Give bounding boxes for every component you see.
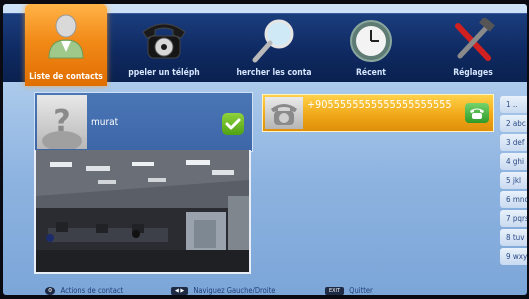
- quit-hint: EXIT Quitter: [325, 286, 373, 295]
- menu-search-tab[interactable]: hercher les conta: [231, 14, 317, 82]
- contact-actions-label: Actions de contact: [60, 286, 124, 295]
- navigate-hint: ◀ ▶ Naviguez Gauche/Droite: [171, 286, 275, 295]
- key-9[interactable]: 9 wxyz: [500, 248, 527, 265]
- key-2[interactable]: 2 abc: [500, 115, 527, 132]
- tv-screen: Liste de contacts ppeler un téléph herch…: [3, 4, 527, 295]
- key-5[interactable]: 5 jkl: [500, 172, 527, 189]
- contact-person-icon: [48, 14, 84, 59]
- key-8[interactable]: 8 tuv: [500, 229, 527, 246]
- phone-number: +9055555555555555555555: [307, 99, 452, 111]
- options-button-icon: ⚙: [45, 287, 56, 295]
- menu-search-label: hercher les conta: [236, 68, 312, 78]
- top-menu-bar: Liste de contacts ppeler un téléph herch…: [3, 4, 527, 86]
- call-icon[interactable]: [465, 103, 489, 123]
- contact-actions-hint: ⚙ Actions de contact: [45, 286, 123, 295]
- contact-photo: [34, 150, 251, 274]
- menu-contacts-label: Liste de contacts: [29, 72, 103, 82]
- menu-settings-label: Réglages: [453, 68, 493, 78]
- key-3[interactable]: 3 def: [500, 134, 527, 151]
- tools-icon: [455, 18, 495, 61]
- phone-entry-row[interactable]: +9055555555555555555555: [262, 94, 494, 132]
- menu-contacts-tab[interactable]: Liste de contacts: [25, 4, 107, 86]
- key-6[interactable]: 6 mno: [500, 191, 527, 208]
- quit-label: Quitter: [349, 286, 373, 295]
- key-4[interactable]: 4 ghi: [500, 153, 527, 170]
- menu-call-tab[interactable]: ppeler un téléph: [121, 14, 207, 82]
- exit-badge: EXIT: [325, 287, 344, 295]
- navigate-label: Naviguez Gauche/Droite: [193, 286, 276, 295]
- key-7[interactable]: 7 pqrs: [500, 210, 527, 227]
- svg-text:?: ?: [53, 104, 70, 139]
- check-icon: [222, 113, 244, 135]
- unknown-avatar-icon: ?: [37, 95, 87, 151]
- footer-hints: ⚙ Actions de contact ◀ ▶ Naviguez Gauche…: [3, 283, 527, 295]
- menu-recent-label: Récent: [356, 68, 386, 78]
- selected-contact-card[interactable]: ? murat: [34, 92, 253, 152]
- menu-settings-tab[interactable]: Réglages: [433, 14, 513, 82]
- magnifier-icon: [252, 19, 294, 63]
- menu-call-label: ppeler un téléph: [128, 68, 200, 78]
- left-right-arrows-icon: ◀ ▶: [171, 287, 189, 295]
- key-1[interactable]: 1 ..: [500, 96, 527, 113]
- telephone-icon: [142, 23, 186, 59]
- keypad: 1 .. 2 abc 3 def 4 ghi 5 jkl 6 mno 7 pqr…: [500, 96, 527, 267]
- clock-icon: [350, 20, 392, 62]
- menu-recent-tab[interactable]: Récent: [331, 14, 411, 82]
- contact-name: murat: [91, 117, 119, 128]
- phone-thumbnail-icon: [265, 97, 303, 129]
